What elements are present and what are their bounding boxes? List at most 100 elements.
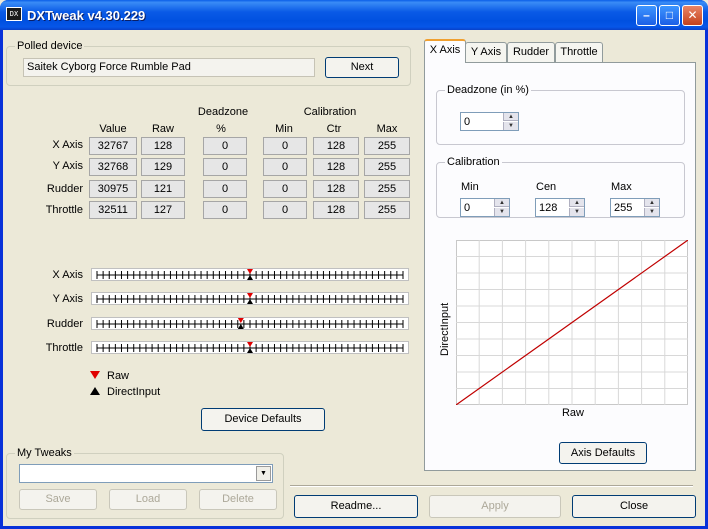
value-cell: 32511 bbox=[89, 201, 137, 219]
row-label: Y Axis bbox=[52, 160, 83, 172]
direct-input-marker bbox=[247, 275, 253, 280]
ctr-cell: 128 bbox=[313, 137, 359, 155]
ctr-cell: 128 bbox=[313, 201, 359, 219]
min-cell: 0 bbox=[263, 201, 307, 219]
min-label: Min bbox=[461, 181, 479, 193]
chevron-down-icon[interactable]: ▼ bbox=[256, 466, 271, 481]
delete-button[interactable]: Delete bbox=[199, 489, 277, 510]
min-cell: 0 bbox=[263, 180, 307, 198]
tab-throttle[interactable]: Throttle bbox=[555, 42, 603, 62]
app-icon: DX bbox=[6, 7, 22, 21]
row-label: Rudder bbox=[46, 183, 83, 195]
max-spinner-value: 255 bbox=[614, 202, 633, 214]
direct-input-marker bbox=[237, 324, 244, 329]
raw-cell: 121 bbox=[141, 180, 185, 198]
max-label: Max bbox=[611, 181, 632, 193]
col-ctr-header: Ctr bbox=[326, 123, 342, 135]
row-label: X Axis bbox=[52, 139, 83, 151]
close-icon[interactable]: ✕ bbox=[682, 5, 703, 26]
value-cell: 32767 bbox=[89, 137, 137, 155]
spin-up-icon[interactable]: ▲ bbox=[644, 199, 659, 207]
direct-input-marker bbox=[247, 348, 253, 353]
maximize-icon[interactable]: □ bbox=[659, 5, 680, 26]
ctr-cell: 128 bbox=[313, 158, 359, 176]
direct-input-marker-icon bbox=[90, 387, 100, 395]
max-spinner[interactable]: 255 ▲ ▼ bbox=[610, 198, 660, 217]
device-name-field: Saitek Cyborg Force Rumble Pad bbox=[23, 58, 315, 77]
bottom-separator bbox=[290, 485, 693, 487]
axis-defaults-button[interactable]: Axis Defaults bbox=[559, 442, 647, 464]
spin-up-icon[interactable]: ▲ bbox=[503, 113, 518, 121]
slider-label: Rudder bbox=[46, 318, 83, 330]
apply-button[interactable]: Apply bbox=[429, 495, 561, 518]
cen-spinner[interactable]: 128 ▲ ▼ bbox=[535, 198, 585, 217]
raw-marker-icon bbox=[90, 371, 100, 379]
max-cell: 255 bbox=[364, 158, 410, 176]
x-axis-slider bbox=[91, 268, 409, 281]
title-bar[interactable]: DX DXTweak v4.30.229 – □ ✕ bbox=[0, 0, 708, 30]
chart-y-label: DirectInput bbox=[439, 302, 451, 356]
tab-x-axis[interactable]: X Axis bbox=[424, 39, 466, 63]
dxtweak-window: DX DXTweak v4.30.229 – □ ✕ Polled device… bbox=[0, 0, 708, 529]
deadzone-cell: 0 bbox=[203, 158, 247, 176]
row-label: Throttle bbox=[45, 204, 83, 216]
spin-down-icon[interactable]: ▼ bbox=[494, 208, 509, 216]
deadzone-spinner-value: 0 bbox=[464, 116, 471, 128]
col-max-header: Max bbox=[376, 123, 398, 135]
spin-up-icon[interactable]: ▲ bbox=[494, 199, 509, 207]
my-tweaks-combo[interactable]: ▼ bbox=[19, 464, 273, 483]
deadzone-group-label: Deadzone (in %) bbox=[445, 84, 531, 96]
raw-marker bbox=[247, 293, 253, 298]
deadzone-header: Deadzone bbox=[197, 106, 249, 118]
y-axis-slider bbox=[91, 292, 409, 305]
spin-down-icon[interactable]: ▼ bbox=[644, 208, 659, 216]
calibration-group-label: Calibration bbox=[445, 156, 502, 168]
col-raw-header: Raw bbox=[151, 123, 174, 135]
polled-device-label: Polled device bbox=[15, 40, 85, 52]
col-deadzone-pct-header: % bbox=[216, 123, 226, 135]
minimize-icon[interactable]: – bbox=[636, 5, 657, 26]
deadzone-cell: 0 bbox=[203, 201, 247, 219]
min-spinner-value: 0 bbox=[464, 202, 471, 214]
slider-label: Y Axis bbox=[52, 293, 83, 305]
deadzone-cell: 0 bbox=[203, 180, 247, 198]
next-button[interactable]: Next bbox=[325, 57, 399, 78]
direct-input-marker bbox=[247, 299, 253, 304]
min-cell: 0 bbox=[263, 137, 307, 155]
raw-marker bbox=[247, 342, 253, 347]
col-value-header: Value bbox=[99, 123, 127, 135]
device-defaults-button[interactable]: Device Defaults bbox=[201, 408, 325, 431]
raw-marker bbox=[237, 318, 244, 323]
value-cell: 32768 bbox=[89, 158, 137, 176]
raw-cell: 127 bbox=[141, 201, 185, 219]
ctr-cell: 128 bbox=[313, 180, 359, 198]
slider-label: Throttle bbox=[45, 342, 83, 354]
chart-x-label: Raw bbox=[561, 407, 584, 419]
deadzone-spinner[interactable]: 0 ▲ ▼ bbox=[460, 112, 519, 131]
save-button[interactable]: Save bbox=[19, 489, 97, 510]
min-spinner[interactable]: 0 ▲ ▼ bbox=[460, 198, 510, 217]
value-cell: 30975 bbox=[89, 180, 137, 198]
close-button[interactable]: Close bbox=[572, 495, 696, 518]
my-tweaks-label: My Tweaks bbox=[15, 447, 74, 459]
readme-button[interactable]: Readme... bbox=[294, 495, 418, 518]
deadzone-cell: 0 bbox=[203, 137, 247, 155]
raw-marker bbox=[247, 269, 253, 274]
spin-down-icon[interactable]: ▼ bbox=[569, 208, 584, 216]
tab-y-axis[interactable]: Y Axis bbox=[465, 42, 507, 62]
load-button[interactable]: Load bbox=[109, 489, 187, 510]
cen-spinner-value: 128 bbox=[539, 202, 558, 214]
col-min-header: Min bbox=[275, 123, 293, 135]
calibration-header: Calibration bbox=[303, 106, 357, 118]
raw-cell: 128 bbox=[141, 137, 185, 155]
spin-down-icon[interactable]: ▼ bbox=[503, 122, 518, 130]
max-cell: 255 bbox=[364, 180, 410, 198]
cen-label: Cen bbox=[536, 181, 557, 193]
legend-direct-input-label: DirectInput bbox=[107, 386, 161, 398]
tab-rudder[interactable]: Rudder bbox=[507, 42, 555, 62]
max-cell: 255 bbox=[364, 201, 410, 219]
raw-cell: 129 bbox=[141, 158, 185, 176]
window-title: DXTweak v4.30.229 bbox=[27, 8, 146, 23]
spin-up-icon[interactable]: ▲ bbox=[569, 199, 584, 207]
min-cell: 0 bbox=[263, 158, 307, 176]
